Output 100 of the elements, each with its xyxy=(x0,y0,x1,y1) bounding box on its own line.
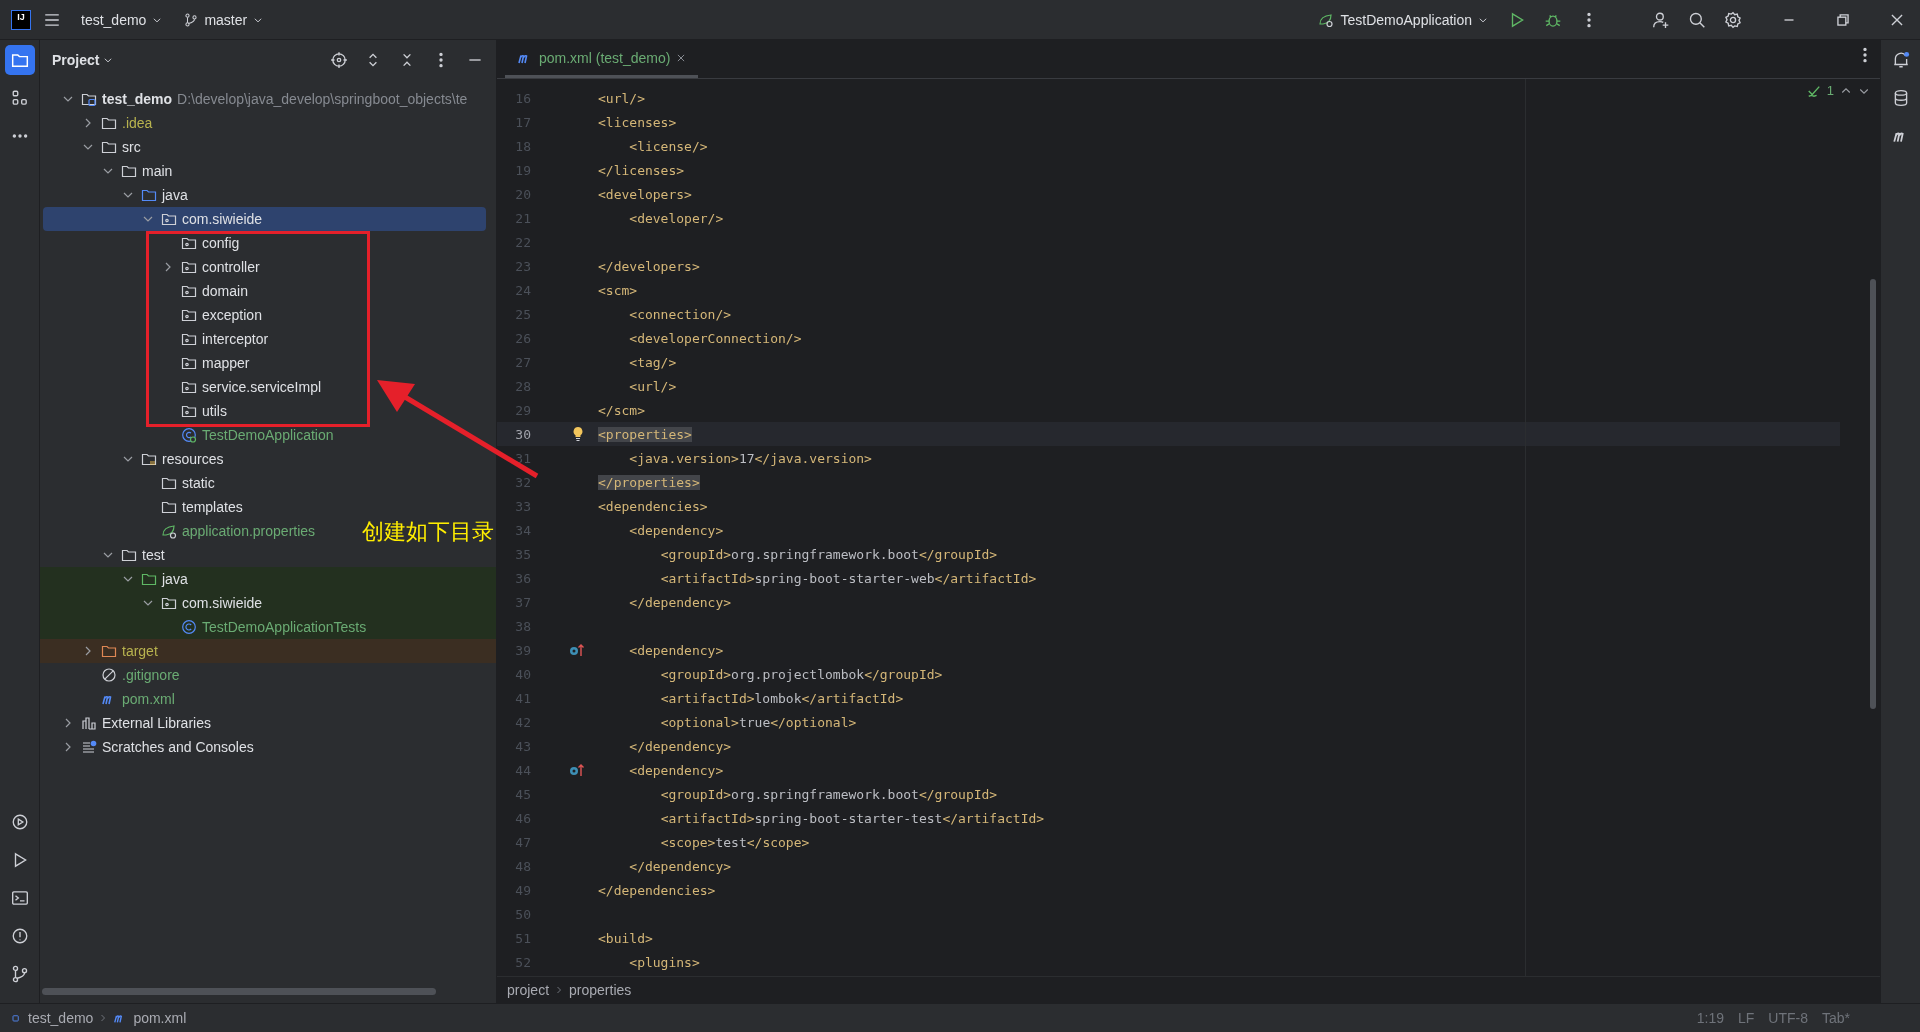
tree-item-label[interactable]: utils xyxy=(202,403,227,419)
package-icon xyxy=(181,259,197,275)
library-icon xyxy=(81,715,97,731)
code-line: <license/> xyxy=(628,138,708,154)
app-logo[interactable]: IJ xyxy=(11,9,31,30)
scratches-icon xyxy=(81,739,97,755)
code-line: <dependency> xyxy=(628,762,724,778)
class-icon xyxy=(181,619,197,635)
run-config-dropdown[interactable]: TestDemoApplication xyxy=(1310,5,1496,34)
breadcrumb[interactable]: project xyxy=(507,982,550,998)
breadcrumb[interactable]: properties xyxy=(569,982,632,998)
tree-item-label[interactable]: templates xyxy=(182,499,243,515)
project-tool-icon[interactable] xyxy=(4,45,35,75)
tree-item-label[interactable]: config xyxy=(202,235,240,251)
tree-item-label[interactable]: interceptor xyxy=(202,331,269,347)
resources-folder-icon xyxy=(141,451,157,467)
tree-item-label[interactable]: main xyxy=(142,163,173,179)
tree-item-label[interactable]: target xyxy=(122,643,158,659)
tree-item-label[interactable]: com.siwieide xyxy=(182,211,263,227)
package-icon xyxy=(161,211,177,227)
tree-item-label[interactable]: test_demo xyxy=(102,91,173,107)
project-path: D:\develop\java_develop\springboot_objects\te xyxy=(177,91,468,107)
tree-item-label[interactable]: java xyxy=(162,187,188,203)
tree-item-label[interactable]: test xyxy=(142,547,165,563)
code-line: <developer/> xyxy=(628,210,724,226)
code-line: </licenses> xyxy=(598,162,685,178)
tree-item-label[interactable]: domain xyxy=(202,283,248,299)
code-line: </dependency> xyxy=(628,858,732,874)
tree-item-label[interactable]: External Libraries xyxy=(102,715,211,731)
tree-item-label[interactable]: mapper xyxy=(202,355,250,371)
tree-item-label[interactable]: service.serviceImpl xyxy=(202,379,322,395)
tree-item-label[interactable]: application.properties xyxy=(182,523,316,539)
code-line: <developerConnection/> xyxy=(628,330,802,346)
code-line: <plugins> xyxy=(628,954,700,970)
tree-item-label[interactable]: com.siwieide xyxy=(182,595,263,611)
check-icon[interactable] xyxy=(1806,83,1821,98)
highlighted-row[interactable]: TestDemoApplicationTests xyxy=(40,615,496,639)
leaf-icon xyxy=(1318,11,1335,28)
selected-row[interactable]: com.siwieide xyxy=(43,207,486,231)
package-icon xyxy=(181,283,197,299)
folder-icon xyxy=(161,475,177,491)
inspection-count[interactable]: 1 xyxy=(1826,83,1834,98)
class-icon xyxy=(181,427,197,443)
tree-item-label[interactable]: pom.xml xyxy=(122,691,175,707)
code-line: <developers> xyxy=(598,186,692,202)
folder-icon xyxy=(101,139,117,155)
tree-item-label[interactable]: exception xyxy=(202,307,262,323)
code-line: <artifactId>lombok</artifactId> xyxy=(659,690,904,706)
folder-icon xyxy=(161,499,177,515)
project-dropdown[interactable]: test_demo xyxy=(73,5,171,34)
scrollbar[interactable] xyxy=(1870,279,1876,709)
breadcrumb[interactable]: pom.xml xyxy=(133,1010,187,1026)
code-line: <artifactId>spring-boot-starter-test</artifactId> xyxy=(659,810,1045,826)
code-line: <scm> xyxy=(598,282,638,298)
annotation-text: 创建如下目录 xyxy=(362,518,494,546)
code-line: </scm> xyxy=(598,402,645,418)
tree-item-label[interactable]: TestDemoApplication xyxy=(202,427,334,443)
tree-item-label[interactable]: static xyxy=(182,475,215,491)
lightbulb-icon[interactable] xyxy=(571,426,585,442)
close-icon[interactable] xyxy=(676,52,687,63)
tree-item-label[interactable]: .idea xyxy=(122,115,153,131)
tree-item-label[interactable]: Scratches and Consoles xyxy=(102,739,254,755)
override-icon[interactable] xyxy=(569,763,585,777)
code-line: <scope>test</scope> xyxy=(659,834,810,850)
package-icon xyxy=(161,595,177,611)
branch-icon xyxy=(184,12,199,27)
folder-icon xyxy=(121,163,137,179)
code-line: <dependency> xyxy=(628,522,724,538)
folder-icon xyxy=(101,643,117,659)
scrollbar[interactable] xyxy=(42,988,436,995)
branch-dropdown[interactable]: master xyxy=(176,5,272,34)
code-line: <connection/> xyxy=(628,306,732,322)
highlighted-row[interactable]: java xyxy=(40,567,496,591)
code-line: </dependencies> xyxy=(598,882,716,898)
package-icon xyxy=(181,331,197,347)
code-line: </developers> xyxy=(598,258,700,274)
leaf-icon xyxy=(161,523,177,539)
override-icon[interactable] xyxy=(569,643,585,657)
tree-item-label[interactable]: src xyxy=(122,139,141,155)
folder-icon xyxy=(141,571,157,587)
tree-item-label[interactable]: java xyxy=(162,571,188,587)
module-icon xyxy=(10,1012,22,1024)
breadcrumb[interactable]: test_demo xyxy=(28,1010,94,1026)
tree-item-label[interactable]: .gitignore xyxy=(122,667,180,683)
tree-item-label[interactable]: controller xyxy=(202,259,260,275)
project-panel-title[interactable]: Project xyxy=(52,52,114,68)
module-folder-icon xyxy=(81,91,97,107)
tree-item-label[interactable]: TestDemoApplicationTests xyxy=(202,619,367,635)
package-icon xyxy=(181,379,197,395)
tree-item-label[interactable]: resources xyxy=(162,451,224,467)
code-line: <dependency> xyxy=(628,642,724,658)
highlighted-row[interactable]: com.siwieide xyxy=(40,591,496,615)
package-icon xyxy=(181,355,197,371)
code-line: <groupId>org.springframework.boot</groupId> xyxy=(659,546,998,562)
code-line: <build> xyxy=(598,930,653,946)
editor-tab[interactable]: pom.xml (test_demo) xyxy=(505,40,699,78)
highlighted-row[interactable]: target xyxy=(40,639,496,663)
line-number: 30 xyxy=(514,426,531,442)
code-line: </dependency> xyxy=(628,594,732,610)
folder-icon xyxy=(141,187,157,203)
